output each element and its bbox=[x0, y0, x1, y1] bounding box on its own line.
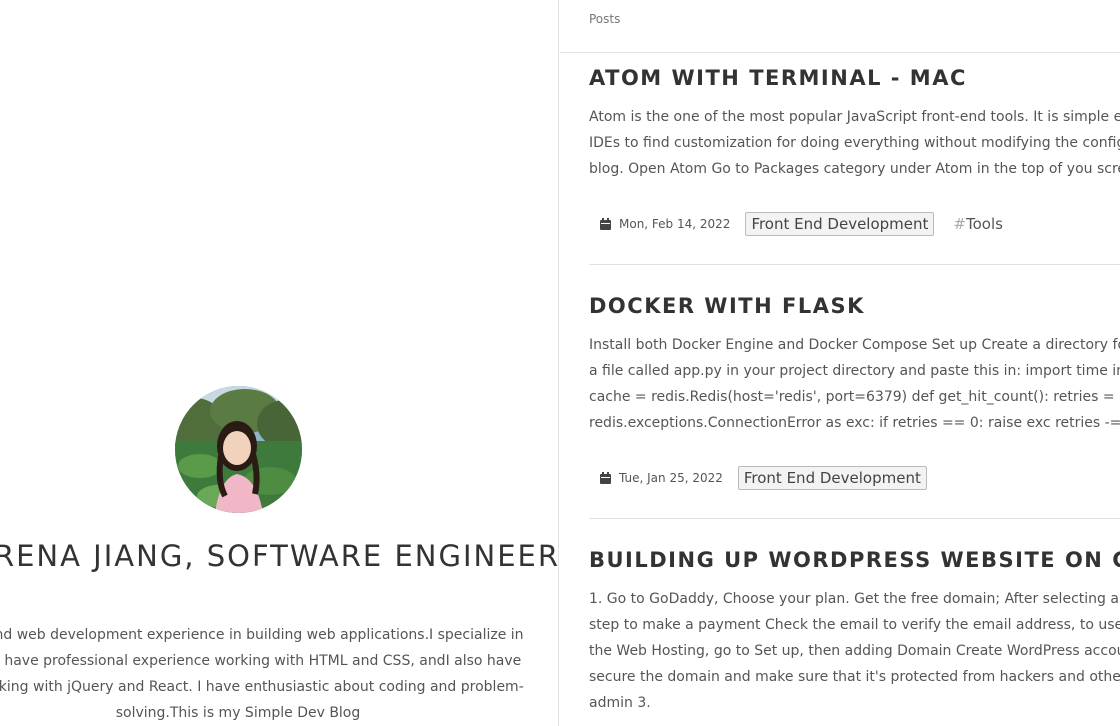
post-excerpt-line: Atom is the one of the most popular Java… bbox=[589, 109, 1120, 125]
post-date: Tue, Jan 25, 2022 bbox=[619, 471, 723, 485]
post-excerpt-line: step to make a payment Check the email t… bbox=[589, 617, 1120, 633]
profile-name: M SERENA JIANG, SOFTWARE ENGINEER bbox=[0, 539, 559, 573]
post-meta: Mon, Feb 14, 2022 Front End Development … bbox=[589, 212, 1003, 236]
post-excerpt-line: cache = redis.Redis(host='redis', port=6… bbox=[589, 389, 1120, 405]
post-date: Mon, Feb 14, 2022 bbox=[619, 217, 731, 231]
post-excerpt-line: secure the domain and make sure that it'… bbox=[589, 669, 1120, 685]
posts-panel: Posts ATOM WITH TERMINAL - MAC Atom is t… bbox=[560, 0, 1120, 726]
post-excerpt-line: the Web Hosting, go to Set up, then addi… bbox=[589, 643, 1120, 659]
post-title-link[interactable]: ATOM WITH TERMINAL - MAC bbox=[589, 65, 1120, 91]
tag-label: Tools bbox=[965, 215, 1003, 233]
profile-photo-icon bbox=[175, 386, 302, 513]
avatar bbox=[175, 386, 302, 513]
post-item: BUILDING UP WORDPRESS WEBSITE ON GODA 1.… bbox=[589, 547, 1120, 716]
post-excerpt-line: a file called app.py in your project dir… bbox=[589, 363, 1120, 379]
posts-section-title: Posts bbox=[589, 12, 621, 26]
profile-bio: ront-end web development experience in b… bbox=[0, 622, 552, 726]
calendar-icon bbox=[600, 218, 611, 230]
posts-header: Posts bbox=[560, 0, 1120, 53]
category-badge[interactable]: Front End Development bbox=[745, 212, 935, 236]
post-excerpt-line: admin 3. bbox=[589, 695, 651, 711]
post-excerpt-line: 1. Go to GoDaddy, Choose your plan. Get … bbox=[589, 591, 1120, 607]
profile-panel: M SERENA JIANG, SOFTWARE ENGINEER ront-e… bbox=[0, 0, 559, 726]
post-excerpt-line: IDEs to find customization for doing eve… bbox=[589, 135, 1120, 151]
hash-icon: # bbox=[953, 215, 966, 233]
post-excerpt-line: blog. Open Atom Go to Packages category … bbox=[589, 161, 1120, 177]
post-excerpt: Atom is the one of the most popular Java… bbox=[589, 104, 1120, 182]
post-excerpt-line: redis.exceptions.ConnectionError as exc:… bbox=[589, 415, 1120, 431]
post-item: DOCKER WITH FLASK Install both Docker En… bbox=[589, 293, 1120, 490]
post-divider bbox=[589, 264, 1120, 265]
profile-bio-line: ront-end web development experience in b… bbox=[0, 627, 524, 643]
post-title-link[interactable]: DOCKER WITH FLASK bbox=[589, 293, 1120, 319]
post-excerpt-line: Install both Docker Engine and Docker Co… bbox=[589, 337, 1120, 353]
post-meta: Tue, Jan 25, 2022 Front End Development bbox=[589, 466, 927, 490]
calendar-icon bbox=[600, 472, 611, 484]
profile-bio-line: ce working with jQuery and React. I have… bbox=[0, 679, 524, 695]
tag-link[interactable]: #Tools bbox=[953, 215, 1003, 233]
post-item: ATOM WITH TERMINAL - MAC Atom is the one… bbox=[589, 65, 1120, 236]
post-excerpt: 1. Go to GoDaddy, Choose your plan. Get … bbox=[589, 586, 1120, 716]
category-badge[interactable]: Front End Development bbox=[737, 466, 927, 490]
post-divider bbox=[589, 518, 1120, 519]
profile-bio-line: solving.This is my Simple Dev Blog bbox=[115, 705, 361, 721]
post-excerpt: Install both Docker Engine and Docker Co… bbox=[589, 332, 1120, 436]
post-title-link[interactable]: BUILDING UP WORDPRESS WEBSITE ON GODA bbox=[589, 547, 1120, 573]
profile-bio-line: pt and have professional experience work… bbox=[0, 653, 522, 669]
